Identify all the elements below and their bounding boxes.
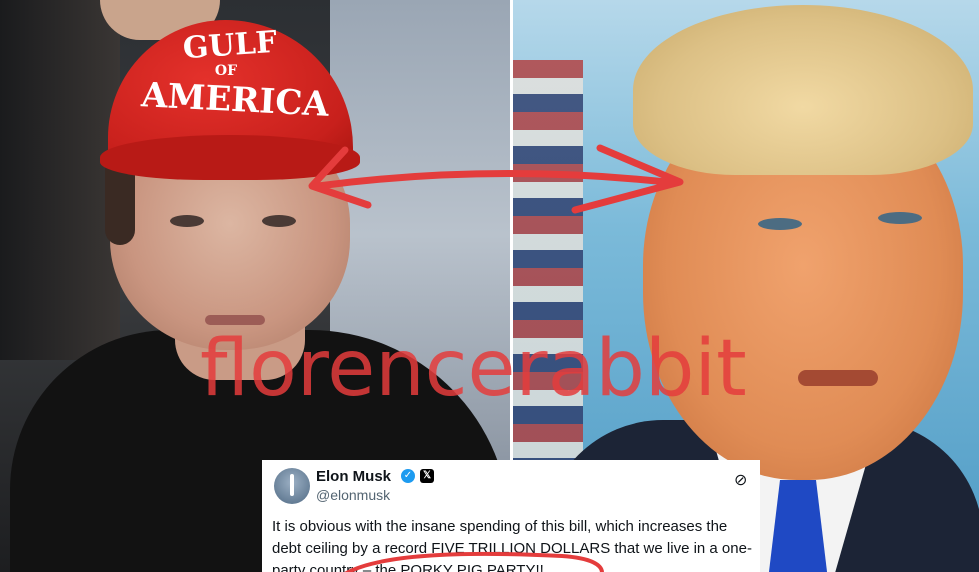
- eye: [878, 212, 922, 224]
- circle-annotation: [344, 551, 604, 572]
- background-person: [0, 0, 120, 360]
- eye: [262, 215, 296, 227]
- tweet-card: Elon Musk ✓ 𝕏 @elonmusk ⊘ It is obvious …: [262, 460, 760, 572]
- eye: [170, 215, 204, 227]
- blond-hair: [633, 5, 973, 175]
- cap-brim: [100, 135, 360, 180]
- photo-collage: GULF OF AMERICA florencerabbit Elon Musk…: [0, 0, 979, 572]
- watermark-text: florencerabbit: [200, 324, 747, 414]
- mouth: [798, 370, 878, 386]
- eye: [758, 218, 802, 230]
- background-flag: [513, 60, 583, 480]
- cap-text-of: OF: [214, 63, 238, 79]
